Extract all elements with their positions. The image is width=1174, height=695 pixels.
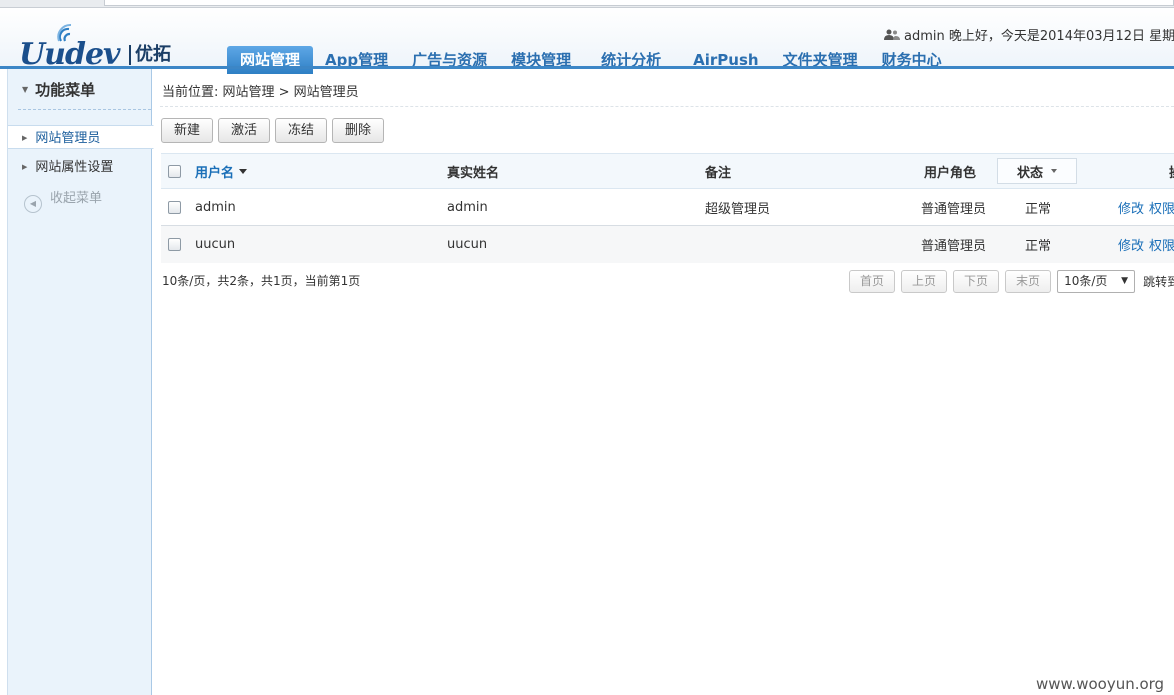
cell-username: admin [195,199,236,215]
nav-module-admin[interactable]: 模块管理 [499,46,589,74]
row-checkbox-cell [168,226,181,263]
pagination-info: 10条/页，共2条，共1页，当前第1页 [162,274,361,288]
logo-chinese-text: 优拓 [129,45,171,65]
column-remark: 备注 [705,165,732,181]
column-role: 用户角色 [924,165,977,181]
cell-ops: 修改权限设 [1118,226,1174,263]
collapse-left-icon: ◀ [24,195,42,213]
cell-ops: 修改权限设 [1118,189,1174,225]
select-all-checkbox[interactable] [168,164,181,178]
watermark: www.wooyun.org [1036,675,1165,693]
row-checkbox-cell [168,189,181,225]
nav-ads-resources[interactable]: 广告与资源 [400,46,499,74]
triangle-down-icon: ▼ [22,85,29,94]
browser-chrome-strip [0,0,1174,8]
nav-airpush[interactable]: AirPush [681,46,770,74]
collapse-menu-button[interactable]: ◀ 收起菜单 [24,189,103,213]
triangle-right-icon: ▶ [22,163,28,171]
nav-finance-center[interactable]: 财务中心 [870,46,954,74]
sidebar-item-website-admins[interactable]: ▶ 网站管理员 [8,125,154,149]
activate-button[interactable]: 激活 [218,118,271,143]
sidebar: ▼ 功能菜单 ▶ 网站管理员 ▶ 网站属性设置 ◀ 收起菜单 [7,69,154,695]
sidebar-title-text: 功能菜单 [35,81,96,99]
table-row: admin admin 超级管理员 普通管理员 正常 修改权限设 [161,189,1174,226]
app-header: Uudev 优拓 admin 晚上好，今天是2014年03月12日 星期三 网站… [0,8,1174,74]
pagination: 首页 上页 下页 末页 10条/页 ▼ 跳转到 [849,270,1174,293]
next-page-button[interactable]: 下页 [953,270,1000,293]
permission-link[interactable]: 权限设 [1149,198,1174,217]
cell-username: uucun [195,237,236,252]
breadcrumb: 当前位置: 网站管理 > 网站管理员 [162,85,359,100]
sidebar-item-label: 网站管理员 [35,131,101,146]
user-group-icon [884,29,900,40]
user-info: admin 晚上好，今天是2014年03月12日 星期三 [884,25,1174,44]
column-username-label: 用户名 [195,165,235,181]
last-page-button[interactable]: 末页 [1005,270,1052,293]
delete-button[interactable]: 删除 [332,118,385,143]
cell-realname: admin [447,199,488,215]
permission-link[interactable]: 权限设 [1149,235,1174,254]
edit-link[interactable]: 修改 [1118,198,1144,217]
chevron-down-icon [1051,169,1057,173]
cell-remark: 超级管理员 [705,201,771,217]
logo[interactable]: Uudev 优拓 [15,23,175,72]
new-button[interactable]: 新建 [161,118,214,143]
username-label[interactable]: admin [904,29,945,44]
nav-website-admin[interactable]: 网站管理 [227,46,314,74]
nav-folder-admin[interactable]: 文件夹管理 [771,46,870,74]
collapse-menu-label: 收起菜单 [50,191,103,206]
table-row: uucun uucun 普通管理员 正常 修改权限设 [161,226,1174,263]
freeze-button[interactable]: 冻结 [275,118,328,143]
page-size-select[interactable]: 10条/页 ▼ [1057,270,1136,293]
cell-status: 正常 [1025,201,1052,217]
sidebar-title: ▼ 功能菜单 [22,79,95,100]
cell-realname: uucun [447,237,488,252]
jump-to-label: 跳转到 [1143,275,1174,289]
cell-role: 普通管理员 [921,201,987,217]
row-checkbox[interactable] [168,238,181,251]
cell-status: 正常 [1025,239,1052,254]
column-username[interactable]: 用户名 [195,154,248,188]
admin-table: 用户名 真实姓名 备注 用户角色 状态 操 admin admin 超级管理员 … [161,153,1174,263]
nav-statistics[interactable]: 统计分析 [589,46,681,74]
select-all-checkbox-cell [168,154,181,188]
sidebar-divider [18,109,151,110]
sidebar-item-label: 网站属性设置 [35,160,114,175]
cell-role: 普通管理员 [921,239,987,254]
greeting-text: 晚上好，今天是2014年03月12日 星期三 [948,29,1174,44]
nav-app-admin[interactable]: App管理 [313,46,400,74]
status-filter-dropdown[interactable]: 状态 [997,158,1077,184]
column-realname: 真实姓名 [447,165,500,181]
row-checkbox[interactable] [168,200,181,214]
page-size-value: 10条/页 [1064,274,1108,288]
triangle-right-icon: ▶ [22,134,28,142]
edit-link[interactable]: 修改 [1118,235,1144,254]
sidebar-item-site-properties[interactable]: ▶ 网站属性设置 [8,155,153,179]
header-accent-bar [0,66,1174,69]
breadcrumb-divider [160,106,1174,107]
column-ops: 操 [1169,154,1174,188]
status-filter-label: 状态 [1016,165,1043,181]
toolbar: 新建 激活 冻结 删除 [161,118,385,143]
address-bar[interactable] [104,0,1174,6]
chevron-down-icon: ▼ [1121,276,1129,286]
sort-desc-icon [239,168,248,174]
prev-page-button[interactable]: 上页 [901,270,948,293]
main-nav: 网站管理 App管理 广告与资源 模块管理 统计分析 AirPush 文件夹管理… [227,46,954,74]
table-header: 用户名 真实姓名 备注 用户角色 状态 操 [161,153,1174,189]
first-page-button[interactable]: 首页 [849,270,896,293]
